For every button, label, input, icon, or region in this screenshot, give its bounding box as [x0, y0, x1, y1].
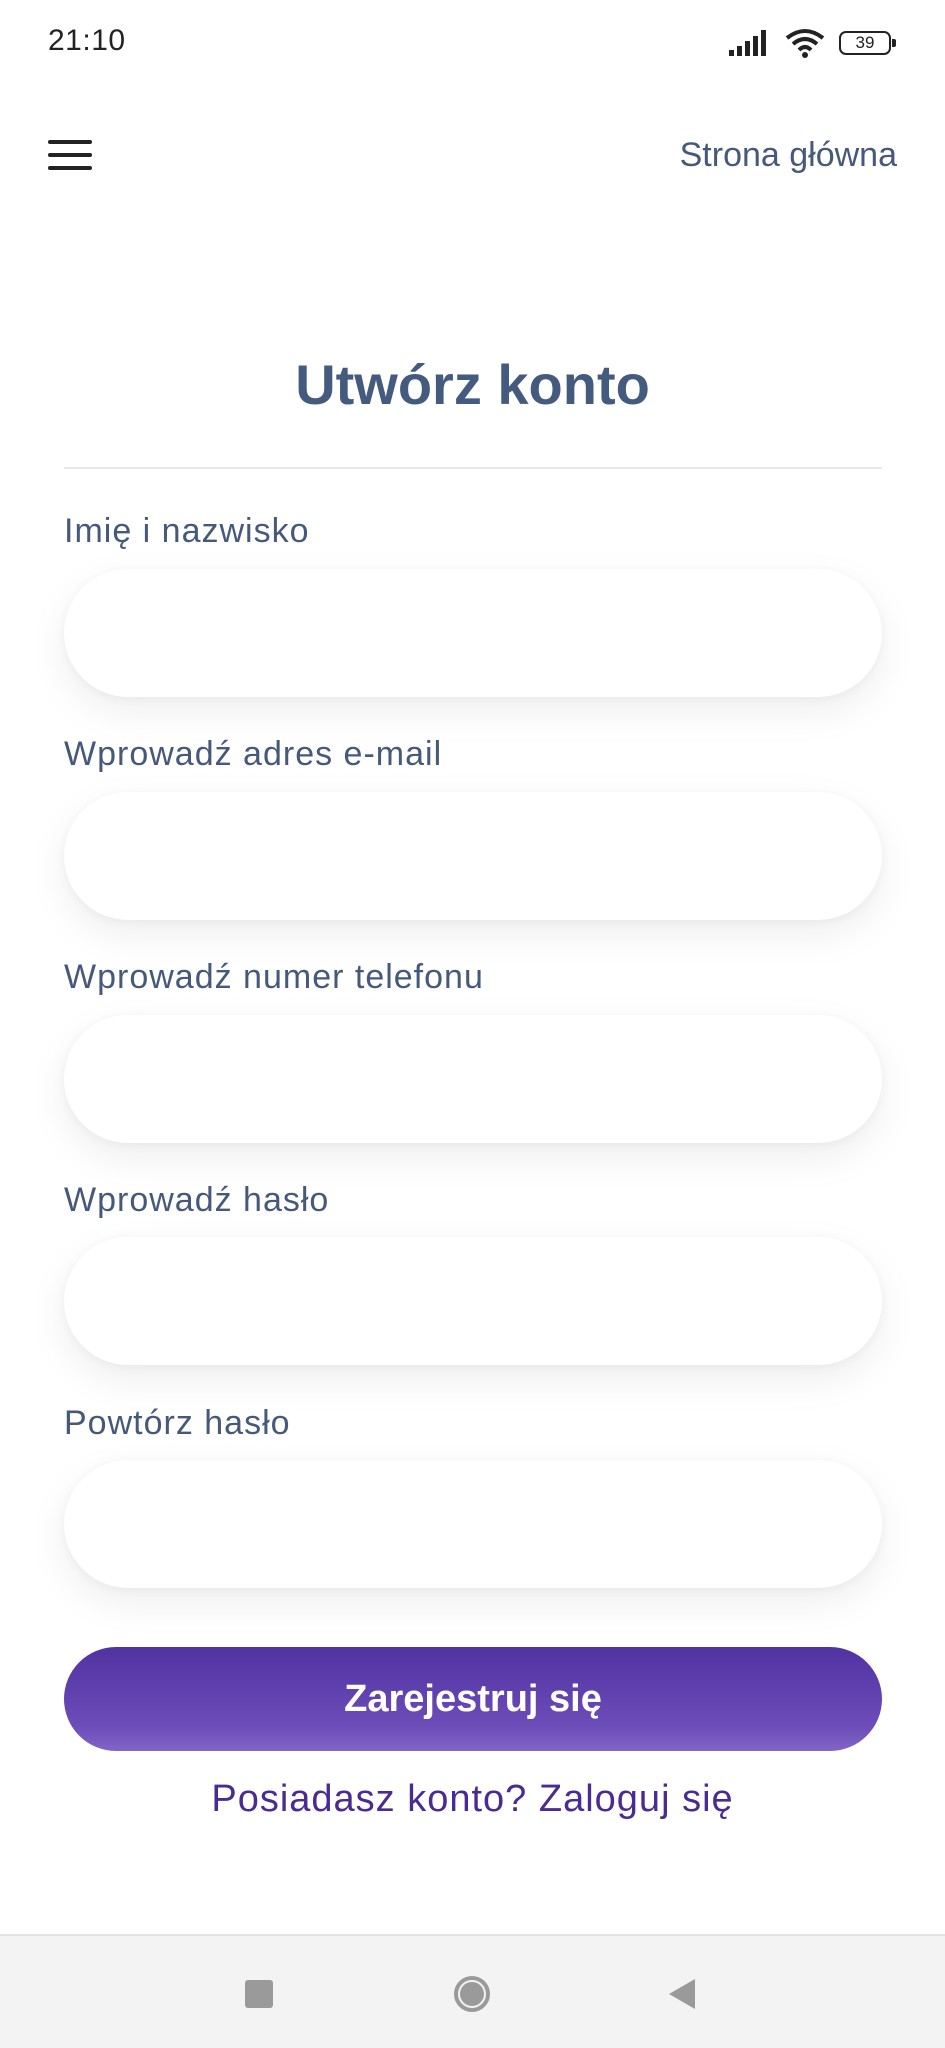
repeat-password-input[interactable] [64, 1460, 882, 1588]
phone-label: Wprowadź numer telefonu [64, 958, 484, 996]
top-bar: Strona główna [0, 120, 945, 192]
system-nav-bar [0, 1934, 945, 2048]
full-name-label: Imię i nazwisko [64, 512, 310, 550]
status-icons: 39 [729, 26, 896, 60]
wifi-icon [785, 29, 825, 58]
recent-apps-icon[interactable] [237, 1972, 281, 2016]
status-bar: 21:10 39 [0, 0, 945, 84]
home-link[interactable]: Strona główna [680, 136, 897, 175]
email-label: Wprowadź adres e-mail [64, 735, 443, 773]
home-icon[interactable] [450, 1972, 494, 2016]
email-input[interactable] [64, 792, 882, 920]
title-divider [64, 467, 882, 469]
battery-icon: 39 [839, 31, 896, 55]
repeat-password-label: Powtórz hasło [64, 1404, 291, 1442]
signal-icon [729, 30, 766, 56]
login-link[interactable]: Posiadasz konto? Zaloguj się [0, 1778, 945, 1821]
page-title: Utwórz konto [295, 353, 650, 416]
register-button[interactable]: Zarejestruj się [64, 1647, 882, 1751]
full-name-input[interactable] [64, 569, 882, 697]
password-input[interactable] [64, 1237, 882, 1365]
hamburger-menu-icon[interactable] [48, 140, 92, 170]
battery-level: 39 [855, 33, 875, 52]
phone-input[interactable] [64, 1015, 882, 1143]
back-icon[interactable] [660, 1972, 704, 2016]
password-label: Wprowadź hasło [64, 1181, 330, 1219]
status-time: 21:10 [48, 24, 126, 57]
